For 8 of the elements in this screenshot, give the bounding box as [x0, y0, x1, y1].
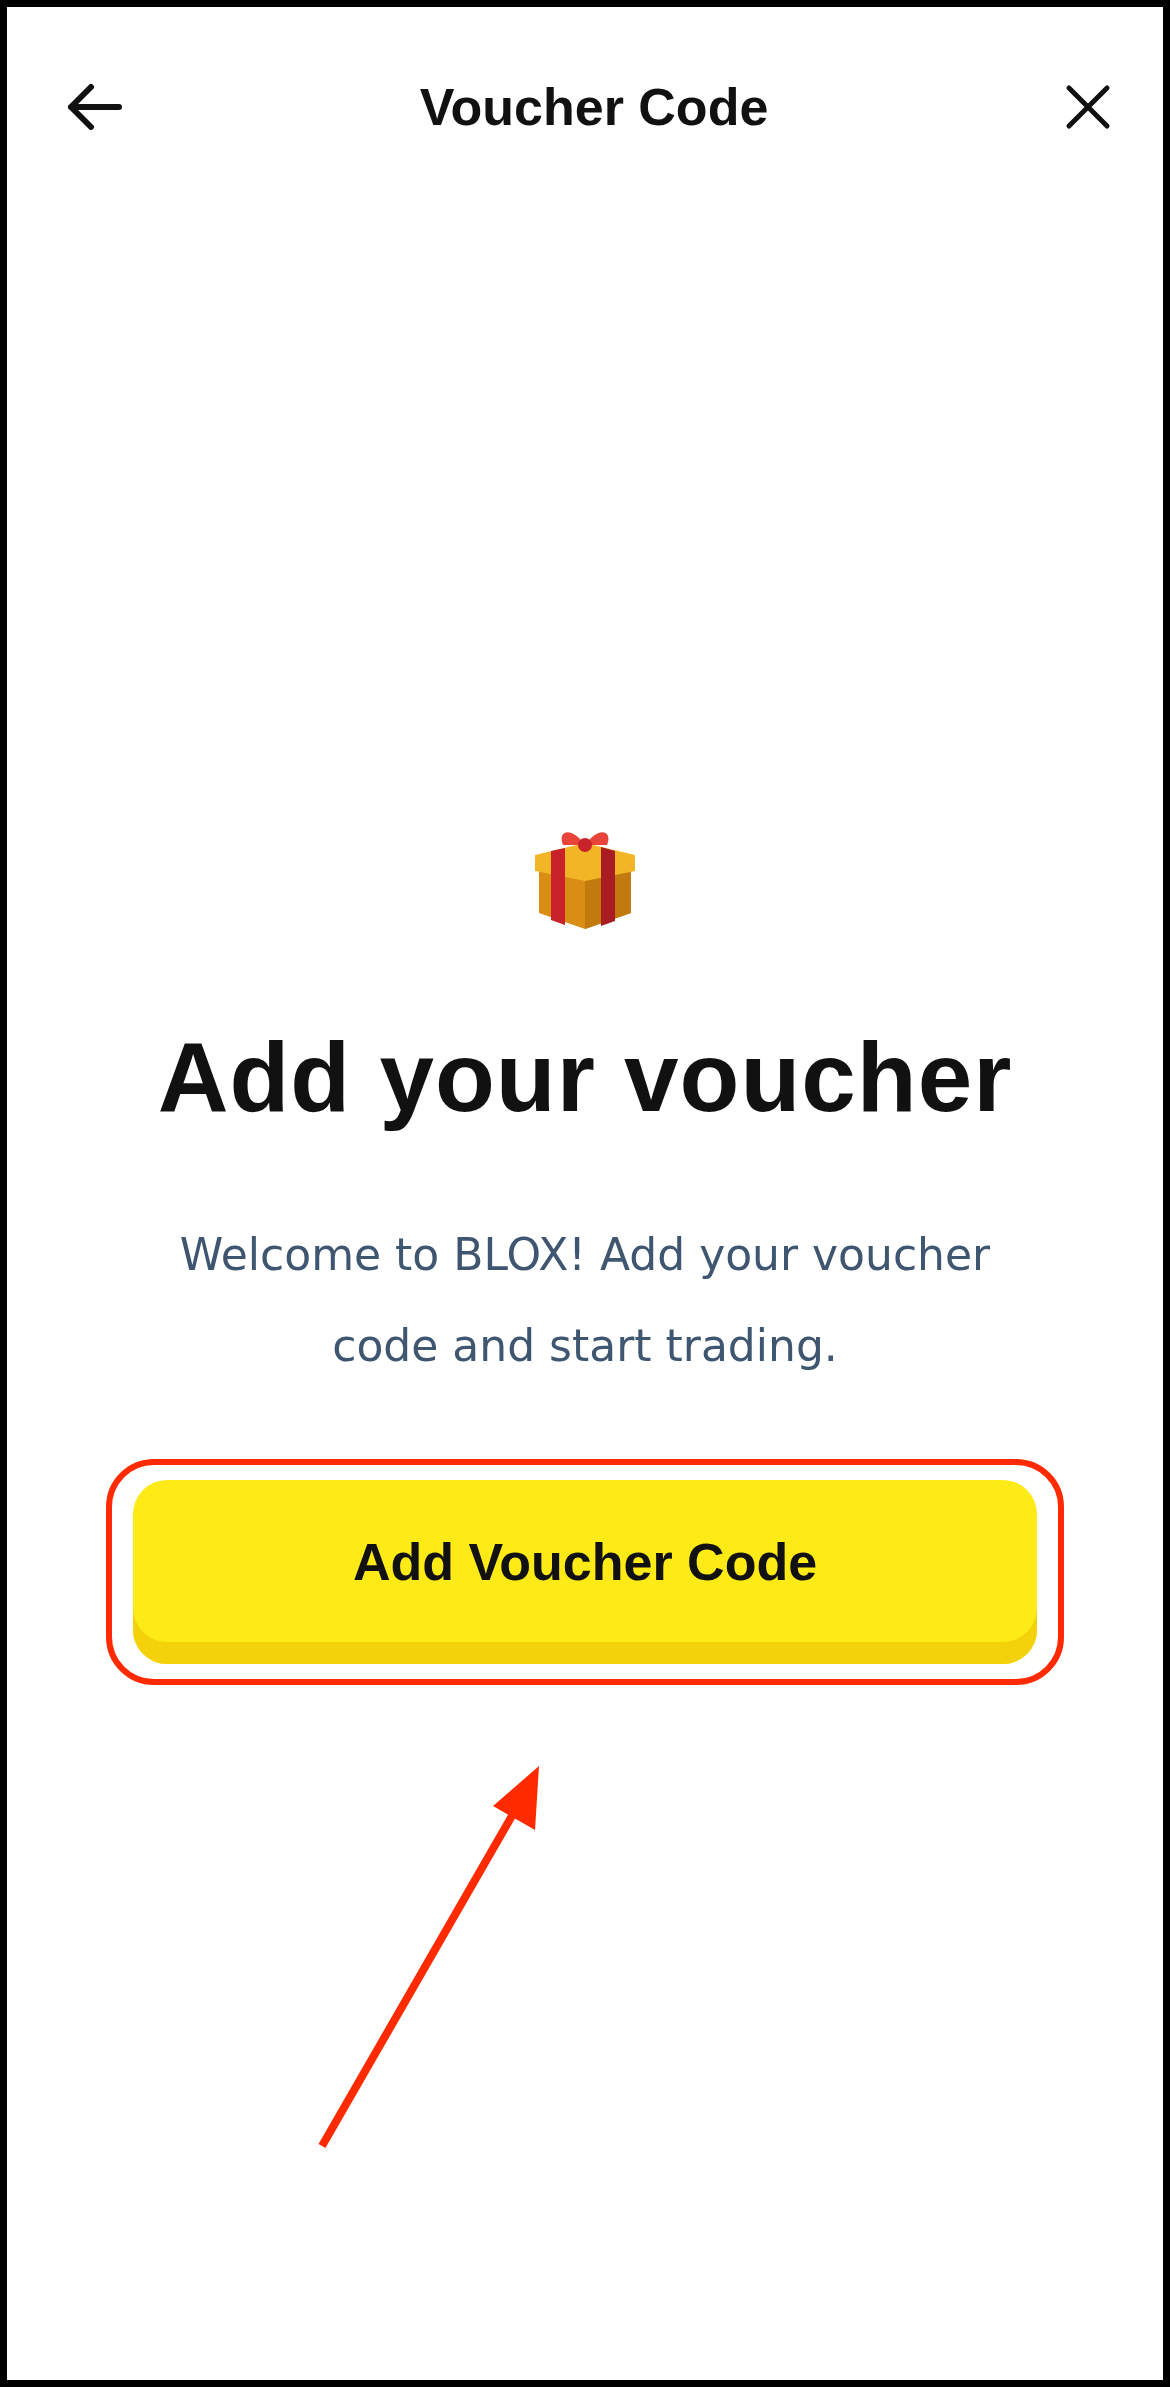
close-icon	[1065, 84, 1111, 130]
page-title: Voucher Code	[419, 77, 769, 137]
back-button[interactable]	[65, 82, 123, 132]
add-voucher-code-button[interactable]: Add Voucher Code	[133, 1480, 1037, 1664]
description: Welcome to BLOX! Add your voucher code and start trading.	[178, 1228, 992, 1373]
back-arrow-icon	[65, 82, 123, 132]
heading: Add your voucher	[157, 1021, 1013, 1134]
close-button[interactable]	[1065, 84, 1111, 130]
